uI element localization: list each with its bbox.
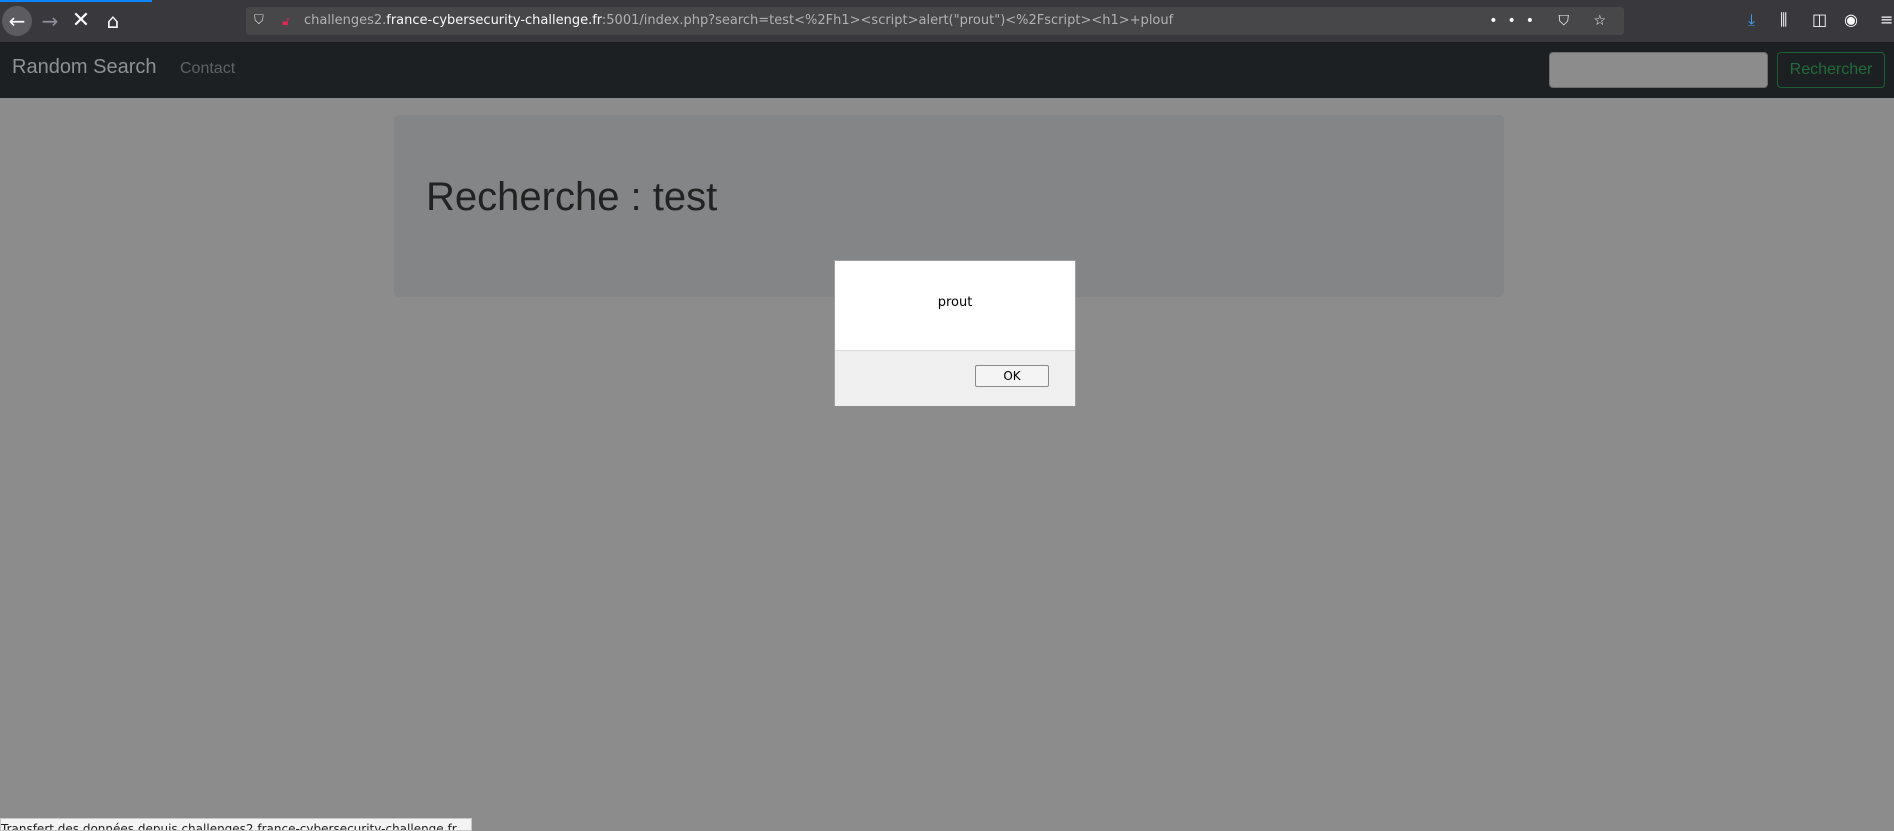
url-path: :5001/index.php?search=test<%2Fh1><scrip… [601, 13, 1174, 28]
page-actions-icons[interactable]: ••• ⛉ ☆ [1489, 7, 1616, 35]
url-host: france-cybersecurity-challenge.fr [386, 13, 602, 28]
close-icon: ✕ [71, 8, 91, 33]
menu-icon[interactable]: ≡ [1880, 10, 1893, 29]
url-prefix: challenges2. [304, 13, 387, 28]
ok-button[interactable]: OK [975, 365, 1049, 387]
back-button[interactable]: ← [2, 6, 32, 36]
alert-dialog: prout OK [834, 260, 1076, 406]
site-brand[interactable]: Random Search [12, 56, 157, 79]
tracking-protection-shield-icon[interactable]: ⛉ [254, 7, 264, 35]
forward-arrow-icon: → [41, 9, 59, 33]
browser-toolbar: ← → ✕ ⌂ ⛉ 🔓︎ challenges2.france-cybersec… [0, 0, 1894, 42]
page-title: Recherche : test [426, 175, 718, 219]
search-input[interactable] [1549, 52, 1768, 88]
back-arrow-icon: ← [8, 9, 26, 33]
site-navbar: Random Search Contact Rechercher [0, 42, 1894, 98]
nav-link-contact[interactable]: Contact [180, 60, 235, 78]
stop-button[interactable]: ✕ [66, 6, 96, 36]
active-tab-indicator [0, 0, 152, 2]
forward-button[interactable]: → [35, 6, 65, 36]
sidebar-icon[interactable]: ◫ [1812, 10, 1827, 29]
url-bar[interactable]: ⛉ 🔓︎ challenges2.france-cybersecurity-ch… [246, 7, 1624, 35]
alert-message: prout [937, 295, 973, 310]
status-bar: Transfert des données depuis challenges2… [0, 818, 472, 831]
url-text[interactable]: challenges2.france-cybersecurity-challen… [304, 7, 1173, 35]
alert-footer: OK [835, 350, 1075, 406]
library-icon[interactable]: ⫼ [1780, 10, 1787, 30]
home-icon: ⌂ [106, 9, 120, 33]
insecure-lock-icon[interactable]: 🔓︎ [282, 7, 290, 35]
search-button[interactable]: Rechercher [1777, 52, 1885, 88]
home-button[interactable]: ⌂ [98, 6, 128, 36]
download-icon[interactable]: ⤓ [1748, 10, 1755, 30]
account-icon[interactable]: ◉ [1844, 10, 1858, 29]
